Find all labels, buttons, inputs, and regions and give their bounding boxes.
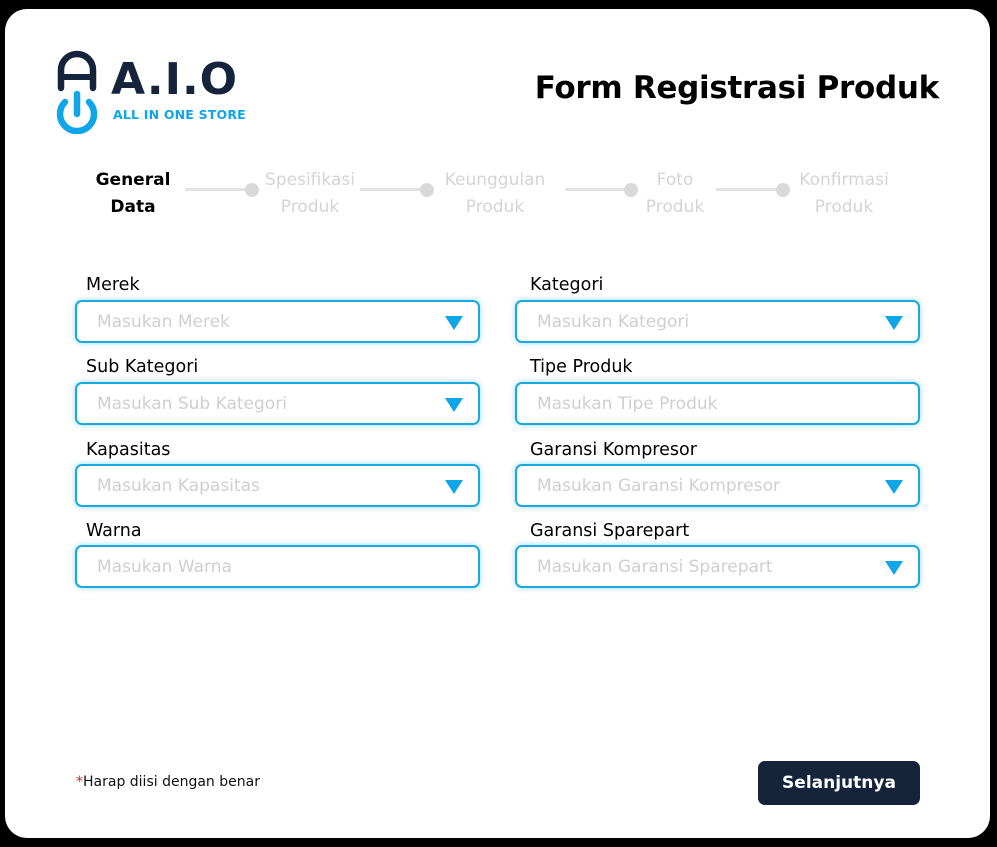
step-keunggulan-produk[interactable]: Keunggulan Produk: [430, 167, 560, 221]
step-label-line2: Produk: [465, 197, 525, 217]
step-connector: [716, 188, 782, 191]
merek-select[interactable]: [75, 300, 480, 343]
kategori-select[interactable]: [515, 300, 920, 343]
step-label-line1: Konfirmasi: [799, 170, 889, 190]
step-spesifikasi-produk[interactable]: Spesifikasi Produk: [245, 167, 375, 221]
kategori-label: Kategori: [530, 275, 604, 295]
tipe-produk-field[interactable]: [515, 382, 920, 425]
dropdown-triangle-icon[interactable]: [444, 479, 464, 495]
tipe-produk-input[interactable]: [517, 384, 918, 423]
required-note-text: Harap diisi dengan benar: [83, 774, 260, 790]
step-label-line1: Keunggulan: [444, 170, 546, 190]
dropdown-triangle-icon[interactable]: [884, 315, 904, 331]
dropdown-triangle-icon[interactable]: [444, 315, 464, 331]
garansi-kompresor-label: Garansi Kompresor: [530, 440, 697, 460]
merek-input[interactable]: [77, 302, 478, 341]
step-label-line1: Spesifikasi: [265, 170, 355, 190]
sub-kategori-input[interactable]: [77, 384, 478, 423]
step-label-line2: Produk: [645, 197, 705, 217]
sub-kategori-select[interactable]: [75, 382, 480, 425]
kapasitas-select[interactable]: [75, 464, 480, 507]
dropdown-triangle-icon[interactable]: [884, 560, 904, 576]
sub-kategori-label: Sub Kategori: [86, 357, 199, 377]
page-title: Form Registrasi Produk: [534, 70, 940, 106]
garansi-kompresor-input[interactable]: [517, 466, 918, 505]
garansi-sparepart-input[interactable]: [517, 547, 918, 586]
warna-input[interactable]: [77, 547, 478, 586]
kapasitas-input[interactable]: [77, 466, 478, 505]
warna-field[interactable]: [75, 545, 480, 588]
warna-label: Warna: [86, 521, 142, 541]
garansi-kompresor-select[interactable]: [515, 464, 920, 507]
step-connector: [185, 188, 253, 191]
garansi-sparepart-label: Garansi Sparepart: [530, 521, 690, 541]
aio-power-logo-icon: [56, 50, 98, 134]
step-label-line2: Produk: [280, 197, 340, 217]
dropdown-triangle-icon[interactable]: [884, 479, 904, 495]
tipe-produk-label: Tipe Produk: [530, 357, 633, 377]
brand-tagline: ALL IN ONE STORE: [113, 107, 246, 122]
required-asterisk: *: [76, 774, 83, 790]
dropdown-triangle-icon[interactable]: [444, 397, 464, 413]
step-connector: [360, 188, 426, 191]
merek-label: Merek: [86, 275, 140, 295]
brand-logo-text: A.I.O: [111, 54, 239, 105]
step-label-line2: Data: [110, 197, 156, 217]
step-general-data[interactable]: General Data: [68, 167, 198, 221]
next-button[interactable]: Selanjutnya: [758, 761, 920, 805]
step-foto-produk[interactable]: Foto Produk: [610, 167, 740, 221]
kapasitas-label: Kapasitas: [86, 440, 171, 460]
step-konfirmasi-produk[interactable]: Konfirmasi Produk: [779, 167, 909, 221]
step-label-line2: Produk: [814, 197, 874, 217]
garansi-sparepart-select[interactable]: [515, 545, 920, 588]
required-note: *Harap diisi dengan benar: [76, 774, 260, 790]
kategori-input[interactable]: [517, 302, 918, 341]
step-label-line1: General: [95, 170, 171, 190]
